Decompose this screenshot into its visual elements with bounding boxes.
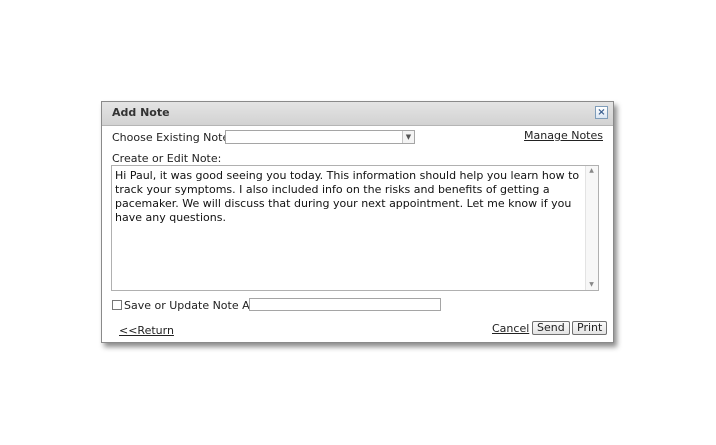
note-text: Hi Paul, it was good seeing you today. T… bbox=[115, 169, 580, 224]
save-note-checkbox[interactable] bbox=[112, 300, 122, 310]
existing-note-value bbox=[226, 136, 228, 149]
note-textarea[interactable]: Hi Paul, it was good seeing you today. T… bbox=[111, 165, 599, 291]
print-button[interactable]: Print bbox=[572, 321, 608, 335]
chevron-down-icon[interactable]: ▼ bbox=[402, 131, 414, 143]
dialog-titlebar: Add Note × bbox=[102, 102, 613, 126]
choose-existing-note-label: Choose Existing Note: bbox=[112, 131, 233, 144]
close-icon[interactable]: × bbox=[595, 106, 608, 119]
save-note-name-input[interactable] bbox=[249, 298, 441, 311]
return-link[interactable]: <<Return bbox=[119, 324, 174, 337]
dialog-title: Add Note bbox=[112, 106, 170, 119]
create-edit-note-label: Create or Edit Note: bbox=[112, 152, 222, 165]
scroll-down-icon[interactable]: ▼ bbox=[586, 280, 597, 290]
add-note-dialog: Add Note × Choose Existing Note: ▼ Manag… bbox=[101, 101, 614, 343]
manage-notes-link[interactable]: Manage Notes bbox=[524, 129, 603, 142]
textarea-scrollbar[interactable]: ▲ ▼ bbox=[585, 166, 598, 290]
existing-note-select[interactable]: ▼ bbox=[225, 130, 415, 144]
send-button[interactable]: Send bbox=[532, 321, 570, 335]
save-note-label: Save or Update Note As: bbox=[124, 299, 260, 312]
scroll-up-icon[interactable]: ▲ bbox=[586, 166, 597, 176]
cancel-link[interactable]: Cancel bbox=[492, 322, 529, 335]
